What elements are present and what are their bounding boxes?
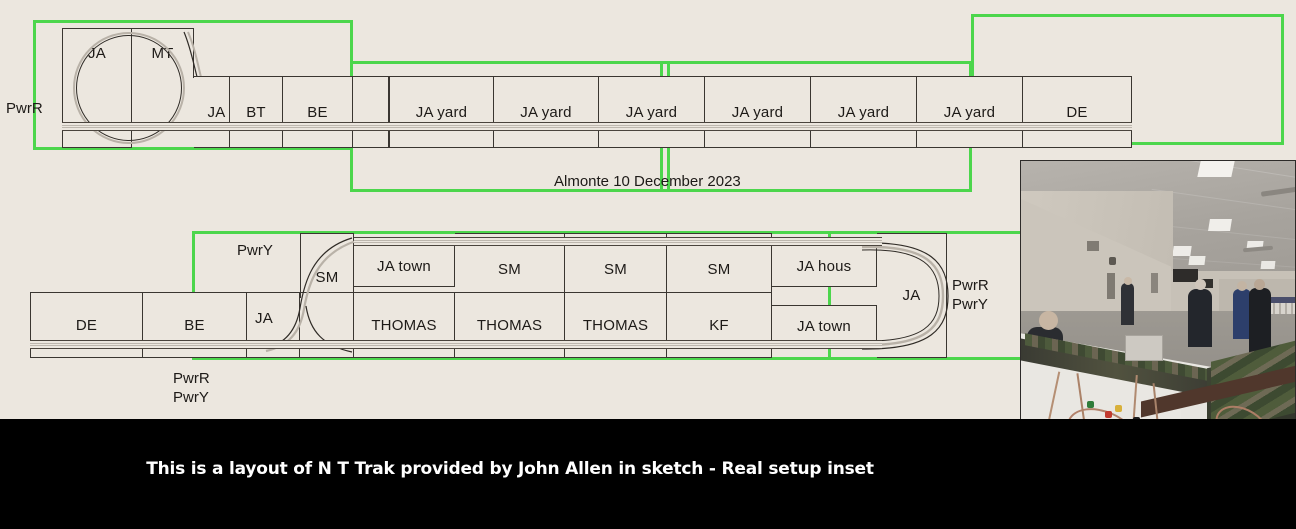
photo-ceiling-light-4 <box>1172 246 1192 256</box>
bottom-row-power-label-under: PwrR PwrY <box>173 370 210 406</box>
top-module-de: DE <box>1023 76 1132 148</box>
module-label: SM <box>707 261 731 278</box>
module-label: DE <box>75 316 98 334</box>
screenshot-root: JA MT JA BT BE JA yard JA yard JA yard J… <box>0 0 1296 529</box>
photo-wall-fixture <box>1087 241 1099 251</box>
module-label: JA yard <box>943 103 996 121</box>
module-label: JA yard <box>731 103 784 121</box>
photo-storage-bin <box>1125 335 1163 361</box>
module-label: THOMAS <box>582 316 649 334</box>
top-module-ja-yard-6: JA yard <box>917 76 1023 148</box>
photo-person-standing-mid <box>1188 289 1212 347</box>
module-label: JA yard <box>520 103 572 121</box>
photo-connector-red <box>1105 411 1112 418</box>
top-row-mainline-track <box>62 122 1132 131</box>
top-module-ja-yard-4: JA yard <box>705 76 811 148</box>
module-label: JA yard <box>625 103 678 121</box>
top-row-gap-segment <box>353 76 389 148</box>
photo-person-standing-left <box>1121 283 1134 325</box>
bottom-row-upper-track <box>354 237 882 246</box>
photo-wall-speaker <box>1109 257 1116 265</box>
photo-connector-green <box>1087 401 1094 408</box>
caption-text: This is a layout of N T Trak provided by… <box>146 459 874 479</box>
module-label: THOMAS <box>371 316 437 334</box>
module-label: JA hous <box>796 257 852 275</box>
photo-person-head-right-1 <box>1237 281 1247 291</box>
module-label: JA <box>207 103 226 121</box>
photo-ceiling-light-3 <box>1208 219 1232 231</box>
module-label: SM <box>604 261 627 278</box>
top-module-ja-yard-3: JA yard <box>599 76 705 148</box>
module-label: BT <box>246 103 266 121</box>
module-label: JA town <box>377 257 431 275</box>
bottom-row-power-label-upper: PwrY <box>237 242 273 259</box>
bottom-end-loop-track <box>861 236 962 356</box>
photo-wall-picture-2 <box>1151 273 1158 293</box>
module-label: DE <box>1066 103 1088 121</box>
top-module-ja-yard-5: JA yard <box>811 76 917 148</box>
photo-person-head-right-2 <box>1254 279 1265 290</box>
module-label: BE <box>184 316 205 334</box>
top-module-ja: JA <box>194 76 230 148</box>
top-module-ja-yard-1: JA yard <box>389 76 494 148</box>
bottom-row-power-label-right: PwrR PwrY <box>952 277 989 313</box>
photo-person-head-mid <box>1195 279 1206 290</box>
photo-wall-tv <box>1173 269 1198 282</box>
photo-ceiling-light-1 <box>1197 161 1235 177</box>
module-label: JA yard <box>415 103 468 121</box>
photo-wall-picture-1 <box>1107 273 1115 299</box>
photo-ceiling-light-7 <box>1260 261 1276 269</box>
top-row-power-label: PwrR <box>6 100 43 117</box>
module-label: JA yard <box>837 103 890 121</box>
top-module-bt: BT <box>230 76 283 148</box>
module-label: BE <box>307 103 328 121</box>
module-label: KF <box>709 316 729 334</box>
module-label: THOMAS <box>476 316 543 334</box>
event-date-label: Almonte 10 December 2023 <box>554 173 741 190</box>
bottom-loop-s-curve <box>265 236 366 356</box>
top-module-be: BE <box>283 76 353 148</box>
module-label: JA town <box>797 317 851 335</box>
top-module-ja-yard-2: JA yard <box>494 76 599 148</box>
photo-person-head-left <box>1124 277 1132 285</box>
photo-ceiling-light-5 <box>1188 256 1206 265</box>
bottom-row-lower-track <box>30 340 882 349</box>
photo-person-head-seated <box>1039 311 1058 330</box>
bottom-split-1-top: JA town <box>354 245 455 287</box>
caption-bar: This is a layout of N T Trak provided by… <box>0 419 1296 529</box>
module-label: SM <box>498 261 521 278</box>
photo-connector-yellow <box>1115 405 1122 412</box>
